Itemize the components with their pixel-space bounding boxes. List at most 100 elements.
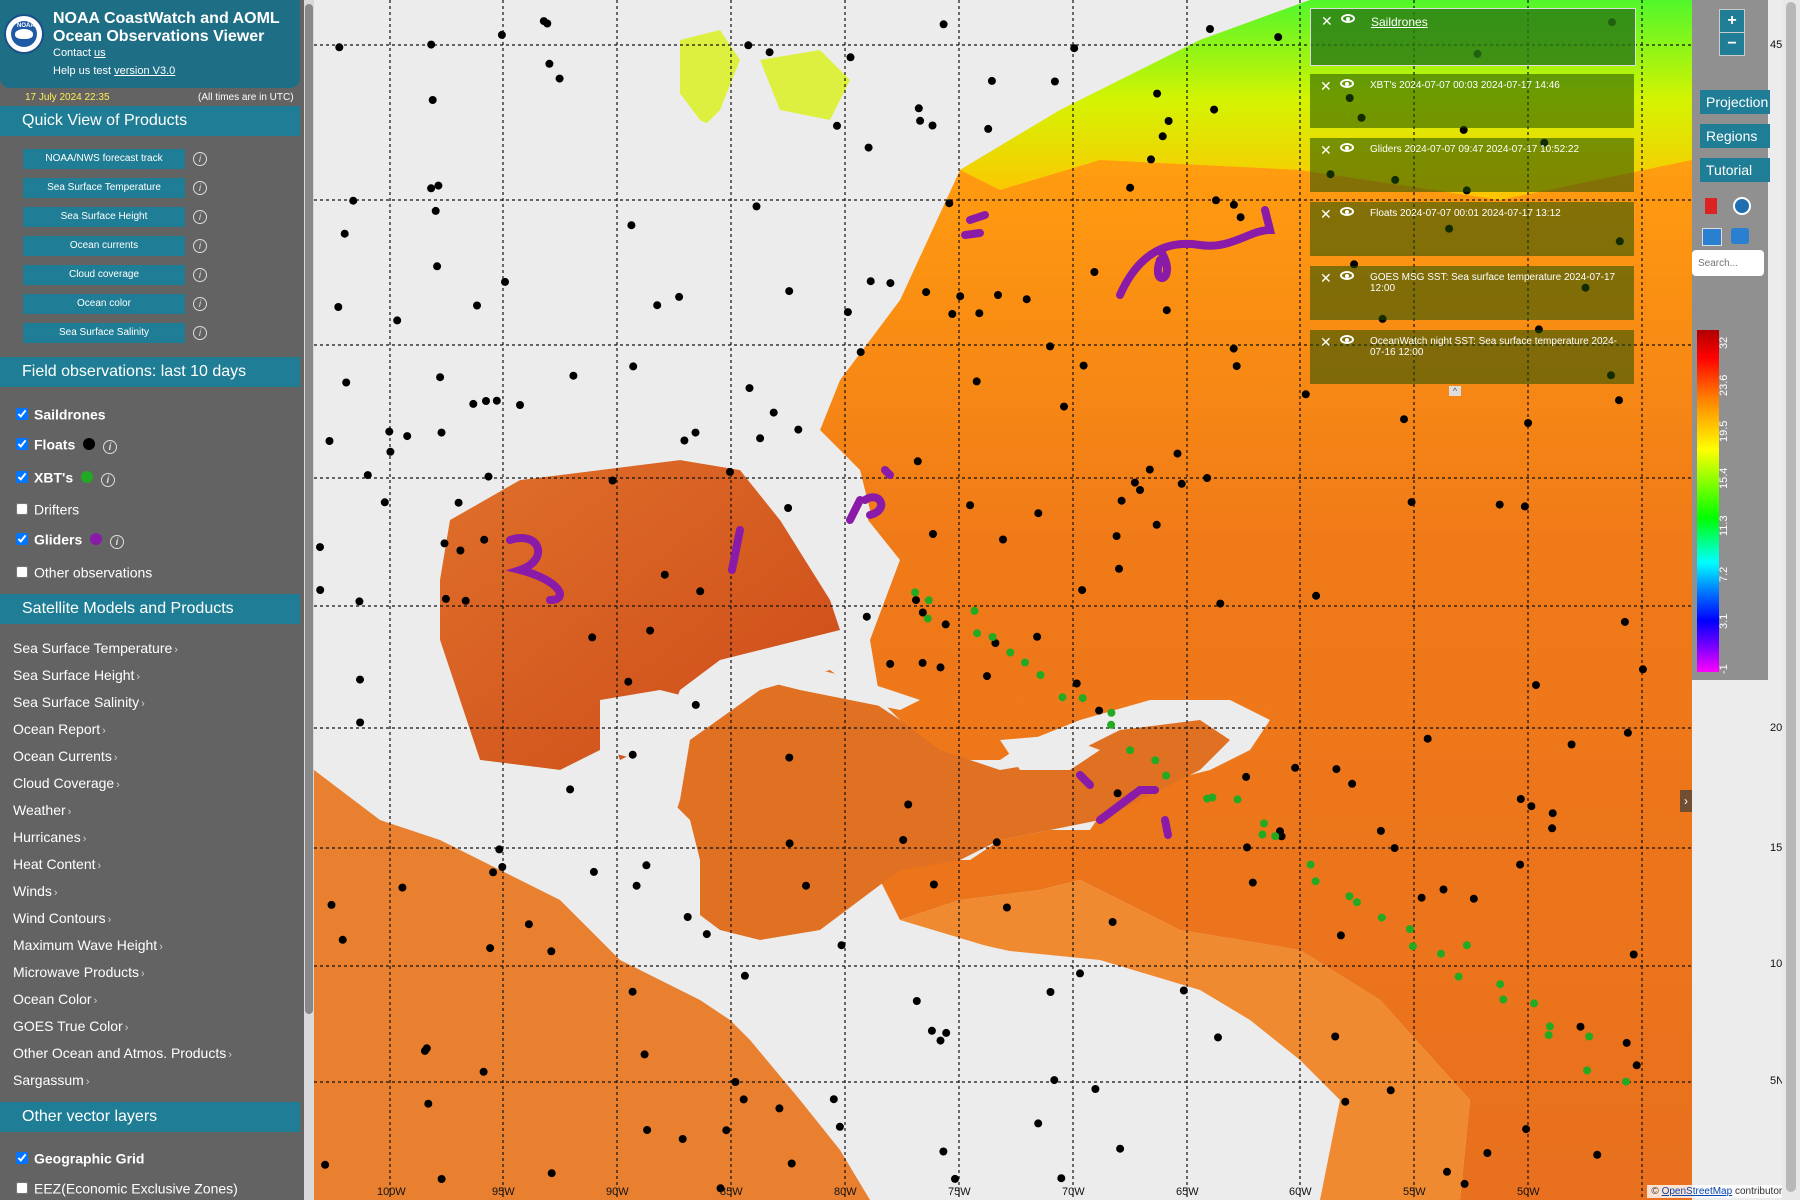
float-marker[interactable] bbox=[752, 202, 761, 211]
sat-item-microwave[interactable]: Microwave Products › bbox=[13, 964, 145, 980]
float-marker[interactable] bbox=[802, 881, 810, 890]
float-marker[interactable] bbox=[1242, 772, 1251, 781]
float-marker[interactable] bbox=[1113, 789, 1122, 798]
xbt-marker[interactable] bbox=[1021, 658, 1029, 667]
layer-title[interactable]: Saildrones bbox=[1371, 15, 1631, 29]
float-marker[interactable] bbox=[744, 41, 753, 50]
float-marker[interactable] bbox=[726, 467, 734, 476]
float-marker[interactable] bbox=[385, 427, 394, 436]
forecast-track-button[interactable]: NOAA/NWS forecast track bbox=[23, 149, 185, 169]
xbt-marker[interactable] bbox=[1162, 771, 1171, 780]
float-marker[interactable] bbox=[1057, 1174, 1066, 1183]
sat-item-hurricanes[interactable]: Hurricanes › bbox=[13, 829, 86, 845]
float-marker[interactable] bbox=[866, 277, 875, 286]
float-marker[interactable] bbox=[992, 838, 1001, 847]
xbt-marker[interactable] bbox=[1078, 694, 1087, 703]
float-marker[interactable] bbox=[497, 30, 506, 39]
float-marker[interactable] bbox=[1376, 826, 1385, 835]
float-marker[interactable] bbox=[489, 868, 498, 877]
float-marker[interactable] bbox=[928, 121, 937, 130]
float-marker[interactable] bbox=[829, 1095, 838, 1104]
float-marker[interactable] bbox=[1417, 893, 1426, 902]
float-marker[interactable] bbox=[1390, 844, 1399, 853]
float-marker[interactable] bbox=[486, 944, 495, 953]
float-marker[interactable] bbox=[386, 447, 395, 456]
eye-icon[interactable] bbox=[1341, 14, 1355, 23]
float-marker[interactable] bbox=[756, 434, 765, 443]
float-marker[interactable] bbox=[524, 920, 533, 929]
float-marker[interactable] bbox=[1229, 344, 1238, 353]
float-marker[interactable] bbox=[966, 501, 975, 510]
float-marker[interactable] bbox=[569, 371, 578, 380]
xbt-marker[interactable] bbox=[1496, 980, 1505, 989]
float-marker[interactable] bbox=[1177, 479, 1186, 488]
float-marker[interactable] bbox=[1460, 1179, 1469, 1188]
float-marker[interactable] bbox=[608, 476, 617, 485]
float-marker[interactable] bbox=[342, 378, 351, 387]
float-marker[interactable] bbox=[380, 498, 389, 507]
float-marker[interactable] bbox=[843, 308, 852, 317]
float-marker[interactable] bbox=[922, 288, 931, 297]
float-marker[interactable] bbox=[431, 206, 440, 215]
xbt-marker[interactable] bbox=[1036, 671, 1045, 679]
float-marker[interactable] bbox=[1527, 802, 1536, 811]
float-marker[interactable] bbox=[984, 124, 993, 133]
float-marker[interactable] bbox=[627, 221, 636, 230]
float-marker[interactable] bbox=[1173, 449, 1182, 458]
sat-item-weather[interactable]: Weather › bbox=[13, 802, 71, 818]
float-marker[interactable] bbox=[1095, 706, 1104, 715]
float-marker[interactable] bbox=[589, 867, 598, 876]
float-marker[interactable] bbox=[731, 1078, 740, 1086]
float-marker[interactable] bbox=[1136, 486, 1144, 494]
float-marker[interactable] bbox=[1229, 200, 1238, 209]
xbt-marker[interactable] bbox=[1058, 693, 1067, 702]
float-marker[interactable] bbox=[1632, 1061, 1641, 1070]
sat-item-wind-contours[interactable]: Wind Contours › bbox=[13, 910, 111, 926]
float-marker[interactable] bbox=[916, 116, 925, 125]
version-link[interactable]: version V3.0 bbox=[114, 65, 175, 77]
float-marker[interactable] bbox=[956, 292, 965, 301]
float-marker[interactable] bbox=[1301, 390, 1310, 399]
sat-item-heat-content[interactable]: Heat Content › bbox=[13, 856, 101, 872]
float-marker[interactable] bbox=[1400, 415, 1408, 424]
float-marker[interactable] bbox=[454, 498, 463, 507]
float-marker[interactable] bbox=[794, 425, 803, 434]
float-marker[interactable] bbox=[939, 20, 948, 29]
float-marker[interactable] bbox=[1115, 564, 1123, 573]
float-marker[interactable] bbox=[1034, 1119, 1043, 1128]
float-marker[interactable] bbox=[1443, 1167, 1451, 1176]
floats-checkbox[interactable] bbox=[16, 438, 28, 451]
float-marker[interactable] bbox=[675, 292, 684, 301]
info-icon[interactable]: i bbox=[193, 297, 207, 311]
float-marker[interactable] bbox=[325, 437, 334, 445]
sat-item-sst[interactable]: Sea Surface Temperature › bbox=[13, 640, 178, 656]
float-marker[interactable] bbox=[653, 301, 662, 310]
other-obs-toggle[interactable]: Other observations bbox=[16, 563, 152, 580]
eye-icon[interactable] bbox=[1340, 335, 1354, 344]
float-marker[interactable] bbox=[1232, 362, 1241, 371]
page-scrollbar[interactable] bbox=[1782, 0, 1800, 1200]
float-marker[interactable] bbox=[628, 750, 637, 759]
float-marker[interactable] bbox=[1336, 931, 1345, 940]
float-marker[interactable] bbox=[1407, 498, 1416, 507]
float-marker[interactable] bbox=[1623, 728, 1632, 737]
xbt-marker[interactable] bbox=[988, 633, 997, 641]
float-marker[interactable] bbox=[1034, 509, 1043, 518]
float-marker[interactable] bbox=[479, 1067, 488, 1076]
float-marker[interactable] bbox=[1576, 1022, 1585, 1031]
xbt-marker[interactable] bbox=[923, 614, 932, 623]
float-marker[interactable] bbox=[1522, 1125, 1531, 1134]
float-marker[interactable] bbox=[1520, 502, 1529, 511]
float-marker[interactable] bbox=[1629, 950, 1638, 959]
sat-item-cloud-coverage[interactable]: Cloud Coverage › bbox=[13, 775, 120, 791]
info-icon[interactable]: i bbox=[100, 473, 115, 487]
float-marker[interactable] bbox=[427, 40, 436, 49]
float-marker[interactable] bbox=[501, 277, 509, 286]
float-marker[interactable] bbox=[640, 1050, 649, 1059]
search-input[interactable] bbox=[1692, 250, 1764, 276]
float-marker[interactable] bbox=[1158, 132, 1167, 141]
float-marker[interactable] bbox=[912, 596, 920, 605]
float-marker[interactable] bbox=[972, 377, 981, 386]
float-marker[interactable] bbox=[745, 384, 754, 393]
saildrones-checkbox[interactable] bbox=[16, 408, 28, 421]
